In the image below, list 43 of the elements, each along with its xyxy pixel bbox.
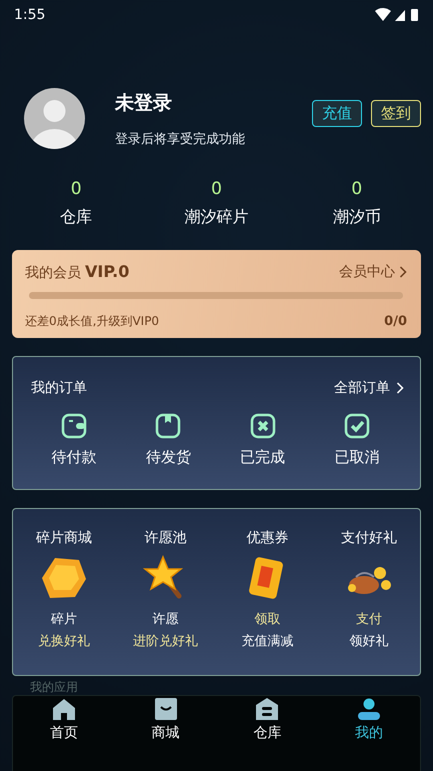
order-status-item[interactable]: 待付款 bbox=[27, 413, 122, 467]
status-time: 1:55 bbox=[14, 7, 46, 23]
chevron-right-icon bbox=[396, 382, 404, 394]
nav-tab[interactable]: 我的 bbox=[318, 696, 420, 771]
stat-label: 潮汐碎片 bbox=[184, 207, 248, 228]
vip-title: 我的会员 bbox=[25, 265, 81, 281]
gem-icon bbox=[40, 555, 87, 601]
benefit-item[interactable]: 碎片商城 碎片 兑换好礼 bbox=[13, 529, 115, 675]
benefit-item[interactable]: 支付好礼 支付 领好礼 bbox=[318, 529, 420, 675]
login-hint: 登录后将享受完成功能 bbox=[115, 130, 246, 148]
order-status-item[interactable]: 已完成 bbox=[216, 413, 310, 467]
stat-value: 0 bbox=[70, 179, 82, 199]
benefit-item[interactable]: 优惠券 领取 充值满减 bbox=[216, 529, 318, 675]
stat-value: 0 bbox=[211, 179, 222, 199]
vip-upgrade-hint: 还差0成长值,升级到VIP0 bbox=[25, 313, 160, 330]
home-icon bbox=[52, 698, 76, 720]
person-icon bbox=[357, 698, 382, 720]
benefit-item[interactable]: 许愿池 许愿 进阶兑好礼 bbox=[114, 529, 216, 675]
nav-tab[interactable]: 首页 bbox=[13, 696, 115, 771]
check-in-button[interactable]: 签到 bbox=[371, 100, 421, 127]
vip-level: VIP.0 bbox=[85, 262, 130, 281]
shopping-bag-icon bbox=[154, 698, 178, 720]
warehouse-icon bbox=[255, 698, 280, 720]
section-label: 我的应用 bbox=[29, 679, 79, 695]
orders-title: 我的订单 bbox=[31, 379, 87, 397]
recharge-button[interactable]: 充值 bbox=[312, 100, 362, 127]
stat-label: 潮汐币 bbox=[332, 207, 381, 228]
order-status-item[interactable]: 待发货 bbox=[121, 413, 216, 467]
all-orders-link[interactable]: 全部订单 bbox=[334, 379, 404, 397]
wallet-icon bbox=[61, 413, 88, 439]
package-icon bbox=[155, 413, 182, 439]
chevron-right-icon bbox=[399, 266, 407, 278]
stat-value: 0 bbox=[351, 179, 362, 199]
x-mark-icon bbox=[250, 413, 276, 439]
order-status-item[interactable]: 已取消 bbox=[310, 413, 404, 467]
vip-progress-text: 0/0 bbox=[384, 314, 407, 329]
status-icons bbox=[375, 8, 419, 22]
nav-tab[interactable]: 商城 bbox=[114, 696, 216, 771]
member-center-link[interactable]: 会员中心 bbox=[339, 263, 407, 281]
checkmark-icon bbox=[344, 413, 370, 439]
stat-label: 仓库 bbox=[60, 207, 92, 228]
user-name: 未登录 bbox=[115, 90, 173, 116]
nav-tab[interactable]: 仓库 bbox=[216, 696, 318, 771]
